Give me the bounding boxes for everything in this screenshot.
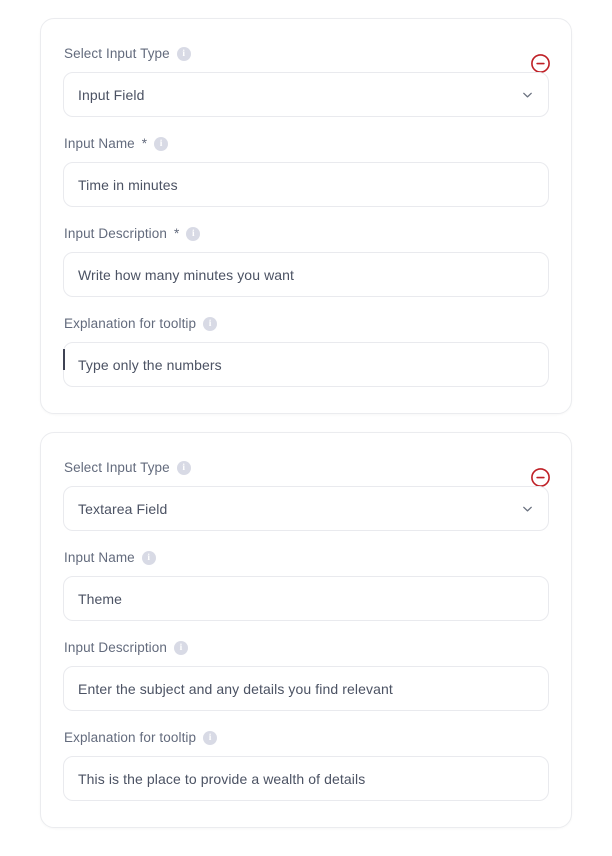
field-label-text: Explanation for tooltip — [64, 730, 197, 745]
field-label: Input Name i — [63, 549, 549, 567]
info-icon[interactable]: i — [203, 317, 218, 331]
input-value: Theme — [78, 590, 123, 607]
remove-input-button[interactable] — [530, 467, 551, 488]
field-label-text: Input Name — [64, 136, 135, 151]
text-caret — [63, 349, 65, 370]
form-field: Select Input Type i Input Field — [63, 45, 549, 117]
info-icon[interactable]: i — [154, 137, 169, 151]
input-value: Type only the numbers — [78, 356, 222, 373]
field-label: Explanation for tooltip i — [63, 729, 549, 747]
field-label-text: Input Description — [64, 640, 168, 655]
required-marker: * — [174, 226, 180, 241]
info-icon[interactable]: i — [176, 461, 191, 475]
field-label: Input Description * i — [63, 225, 549, 243]
required-marker: * — [141, 136, 148, 151]
input-card-list: Select Input Type i Input Field Input Name *… — [40, 18, 572, 828]
chevron-down-icon[interactable] — [521, 88, 534, 101]
info-icon[interactable]: i — [176, 47, 191, 61]
input-card: Select Input Type i Input Field Input Name *… — [40, 18, 572, 414]
input-type-select[interactable]: Input Field — [63, 72, 549, 117]
text-input[interactable]: Time in minutes — [63, 162, 549, 207]
form-field: Explanation for tooltip i Type only the nu… — [63, 315, 549, 387]
info-icon[interactable]: i — [203, 731, 218, 745]
input-value: Enter the subject and any details you fi… — [78, 680, 393, 697]
text-input[interactable]: Theme — [63, 576, 549, 621]
input-value: Time in minutes — [78, 176, 178, 193]
input-card: Select Input Type i Textarea Field Input Na… — [40, 432, 572, 828]
text-input[interactable]: Type only the numbers — [63, 342, 549, 387]
field-label: Select Input Type i — [63, 459, 549, 477]
text-input[interactable]: Enter the subject and any details you fi… — [63, 666, 549, 711]
field-label-text: Select Input Type — [64, 460, 170, 475]
form-field: Input Description i Enter the subject and … — [63, 639, 549, 711]
field-label-text: Explanation for tooltip — [64, 316, 197, 331]
field-label: Input Description i — [63, 639, 549, 657]
form-field: Input Name i Theme — [63, 549, 549, 621]
info-icon[interactable]: i — [141, 551, 156, 565]
form-field: Input Name * i Time in minutes — [63, 135, 549, 207]
field-label-text: Input Description — [64, 226, 168, 241]
form-field: Select Input Type i Textarea Field — [63, 459, 549, 531]
selected-option-label: Input Field — [78, 86, 145, 103]
text-input[interactable]: This is the place to provide a wealth of… — [63, 756, 549, 801]
text-input[interactable]: Write how many minutes you want — [63, 252, 549, 297]
info-icon[interactable]: i — [174, 641, 189, 655]
input-value: This is the place to provide a wealth of… — [78, 770, 366, 787]
field-label: Explanation for tooltip i — [63, 315, 549, 333]
field-label: Select Input Type i — [63, 45, 549, 63]
field-label-text: Input Name — [64, 550, 135, 565]
input-value: Write how many minutes you want — [78, 266, 295, 283]
field-label: Input Name * i — [63, 135, 549, 153]
input-type-select[interactable]: Textarea Field — [63, 486, 549, 531]
minus-circle-icon — [531, 468, 550, 487]
chevron-down-icon[interactable] — [521, 502, 534, 515]
input-builder-page: Select Input Type i Input Field Input Name *… — [0, 0, 612, 856]
field-label-text: Select Input Type — [64, 46, 170, 61]
minus-circle-icon — [531, 54, 550, 73]
info-icon[interactable]: i — [186, 227, 201, 241]
remove-input-button[interactable] — [530, 53, 551, 74]
form-field: Input Description * i Write how many minute… — [63, 225, 549, 297]
form-field: Explanation for tooltip i This is the plac… — [63, 729, 549, 801]
selected-option-label: Textarea Field — [78, 500, 168, 517]
